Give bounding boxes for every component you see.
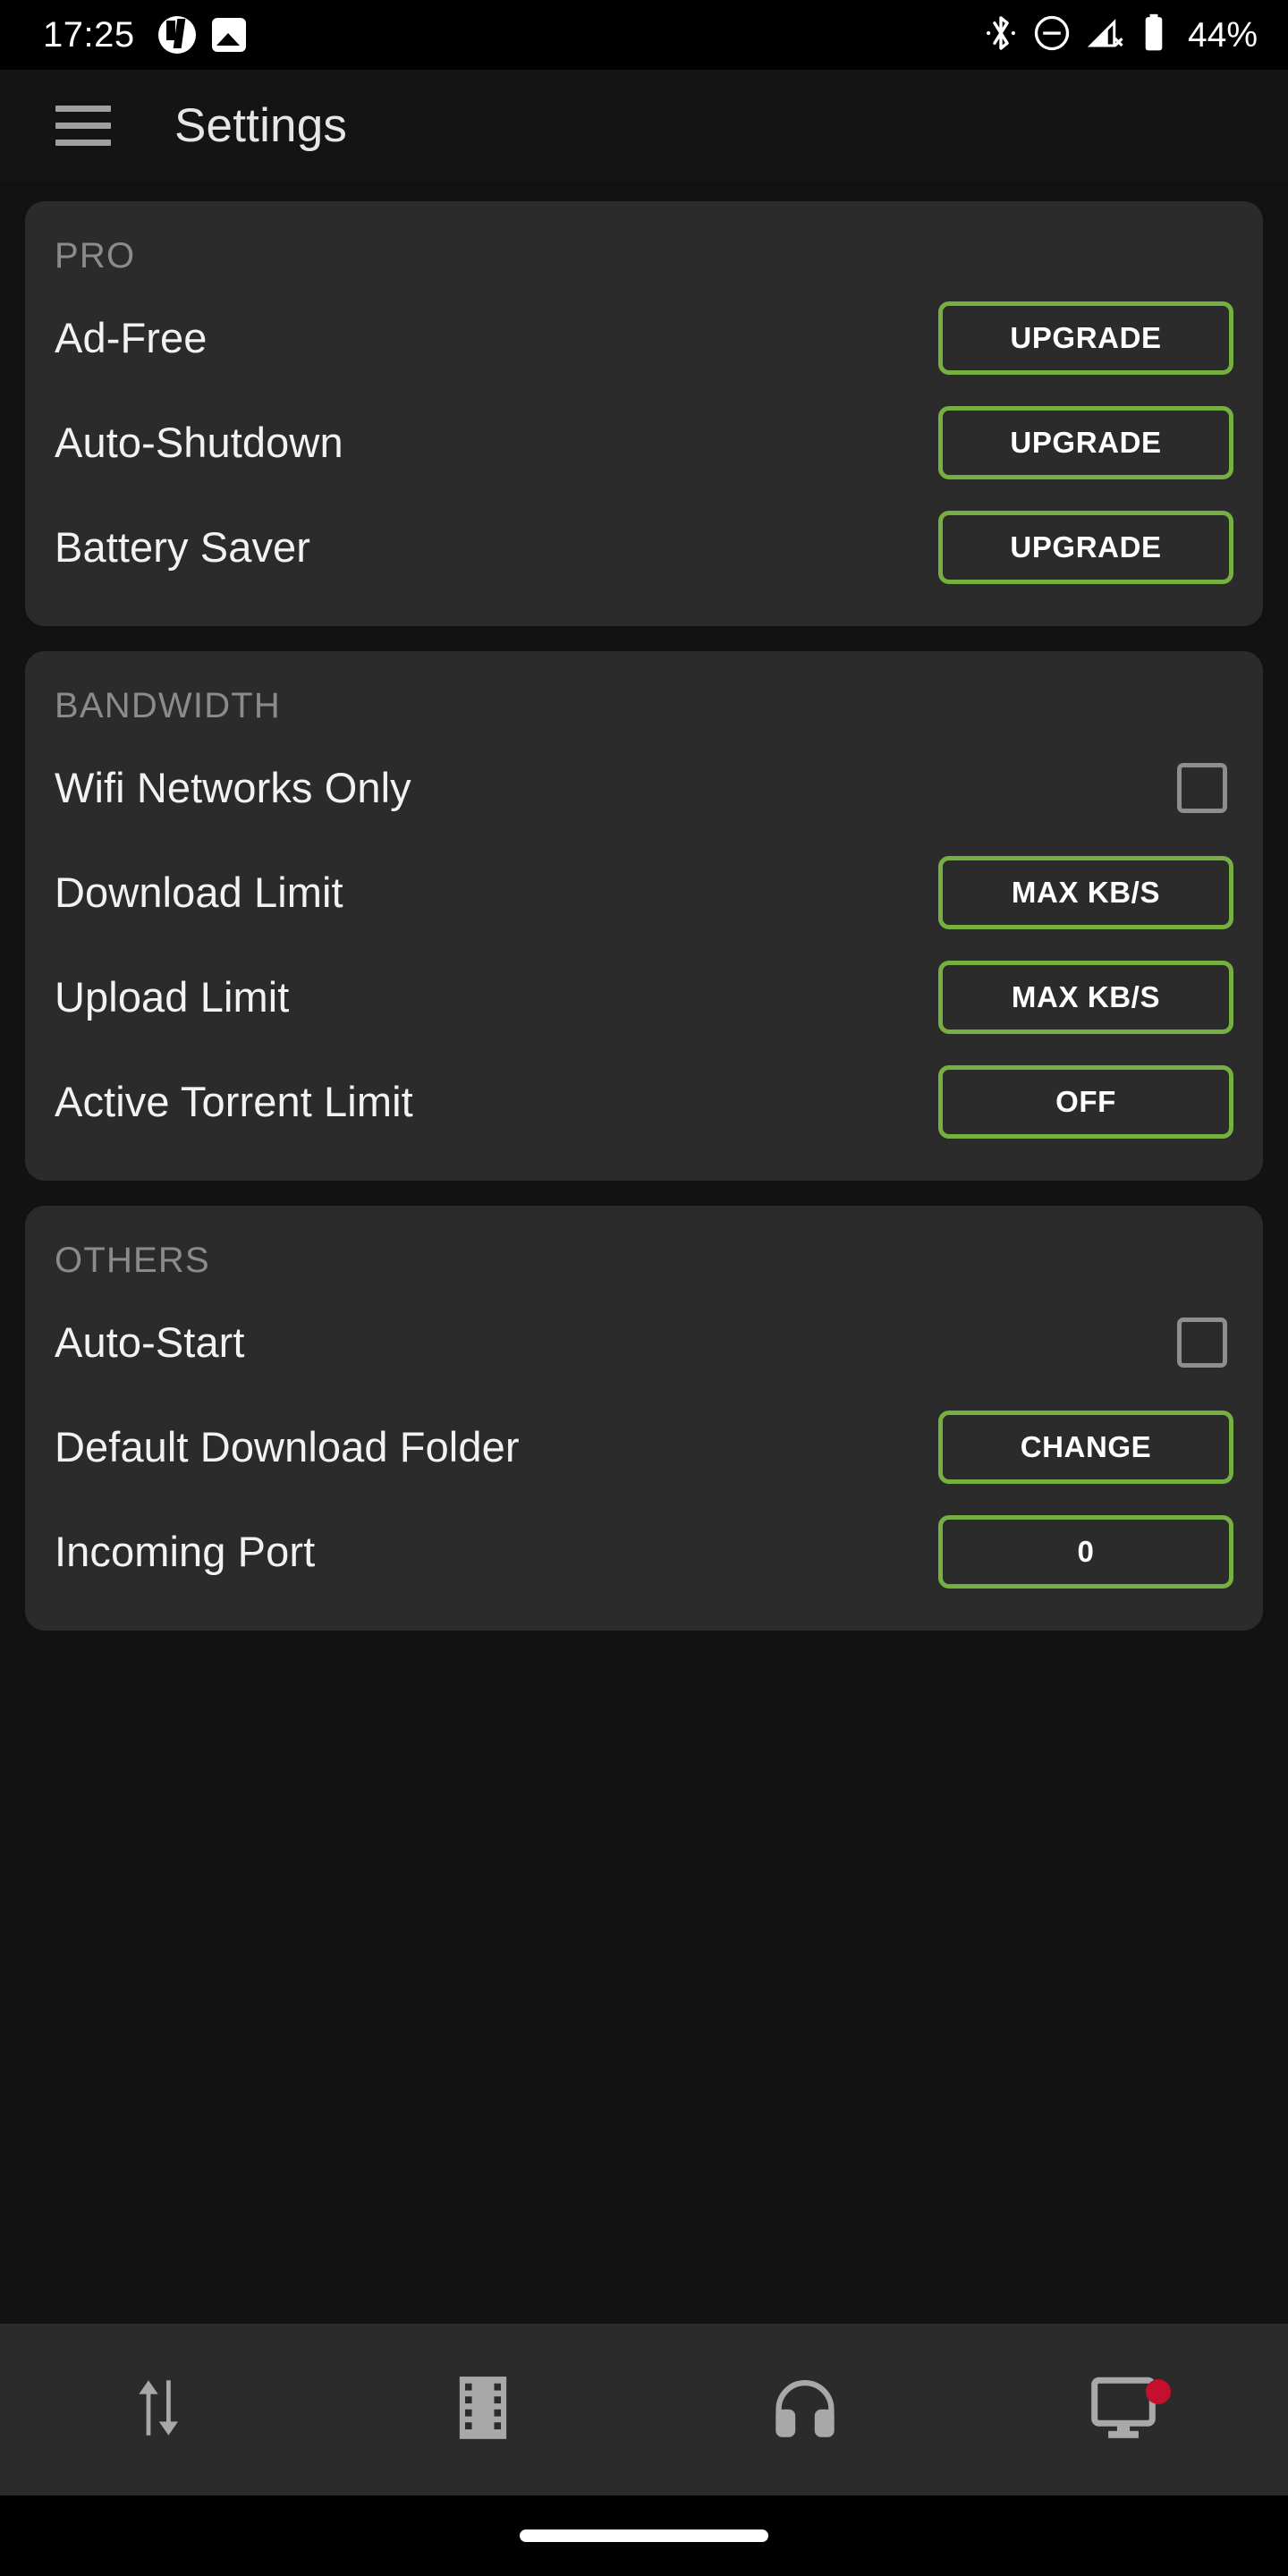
hamburger-bar-3 bbox=[55, 140, 111, 146]
headphones-icon bbox=[770, 2375, 840, 2445]
hamburger-bar-1 bbox=[55, 106, 111, 112]
hamburger-menu-icon[interactable] bbox=[55, 106, 111, 146]
transfers-icon bbox=[131, 2370, 191, 2450]
bluetooth-icon bbox=[986, 13, 1016, 58]
value-button-upload-limit[interactable]: MAX KB/S bbox=[938, 960, 1233, 1034]
status-bar: 17:25 44% bbox=[0, 0, 1288, 70]
section-card-bandwidth: BANDWIDTH Wifi Networks Only Download Li… bbox=[25, 651, 1263, 1181]
phone-screen: 17:25 44% Settings PRO Ad-Free UPGRADE A… bbox=[0, 0, 1288, 2576]
value-button-default-download-folder[interactable]: CHANGE bbox=[938, 1410, 1233, 1484]
system-gesture-bar bbox=[0, 2496, 1288, 2576]
upgrade-button-battery-saver[interactable]: UPGRADE bbox=[938, 510, 1233, 584]
hamburger-bar-2 bbox=[55, 123, 111, 129]
status-bar-clock: 17:25 bbox=[43, 15, 135, 55]
settings-row-label: Active Torrent Limit bbox=[55, 1078, 413, 1125]
film-icon bbox=[457, 2373, 509, 2447]
page-title: Settings bbox=[174, 99, 348, 152]
signal-off-icon bbox=[1087, 14, 1125, 56]
settings-row-auto-start[interactable]: Auto-Start bbox=[55, 1290, 1233, 1394]
settings-row-label: Default Download Folder bbox=[55, 1423, 520, 1470]
settings-row-label: Download Limit bbox=[55, 869, 343, 916]
upgrade-button-ad-free[interactable]: UPGRADE bbox=[938, 301, 1233, 375]
card-bottom-padding bbox=[55, 1604, 1233, 1631]
nav-item-transfers[interactable] bbox=[0, 2324, 322, 2496]
settings-row-label: Wifi Networks Only bbox=[55, 764, 411, 811]
settings-row-active-torrent-limit[interactable]: Active Torrent Limit OFF bbox=[55, 1049, 1233, 1154]
checkbox-wifi-networks-only[interactable] bbox=[1177, 762, 1227, 813]
settings-scroll-area: PRO Ad-Free UPGRADE Auto-Shutdown UPGRAD… bbox=[0, 182, 1288, 2324]
card-bottom-padding bbox=[55, 599, 1233, 626]
settings-row-label: Ad-Free bbox=[55, 314, 208, 361]
settings-row-default-download-folder[interactable]: Default Download Folder CHANGE bbox=[55, 1394, 1233, 1499]
gallery-icon bbox=[211, 18, 246, 52]
nav-item-remote[interactable] bbox=[966, 2324, 1288, 2496]
battery-percent-label: 44% bbox=[1187, 15, 1258, 55]
battery-icon bbox=[1142, 13, 1165, 58]
settings-row-label: Auto-Shutdown bbox=[55, 419, 343, 466]
home-gesture-pill[interactable] bbox=[520, 2529, 768, 2542]
settings-row-label: Incoming Port bbox=[55, 1528, 316, 1575]
value-button-active-torrent-limit[interactable]: OFF bbox=[938, 1064, 1233, 1139]
settings-row-battery-saver[interactable]: Battery Saver UPGRADE bbox=[55, 495, 1233, 599]
settings-row-ad-free[interactable]: Ad-Free UPGRADE bbox=[55, 285, 1233, 390]
settings-row-label: Upload Limit bbox=[55, 973, 290, 1021]
notification-badge-dot bbox=[1146, 2379, 1171, 2404]
settings-row-incoming-port[interactable]: Incoming Port 0 bbox=[55, 1499, 1233, 1604]
nav-item-video[interactable] bbox=[322, 2324, 644, 2496]
do-not-disturb-icon bbox=[1033, 14, 1071, 56]
settings-row-label: Auto-Start bbox=[55, 1318, 245, 1366]
section-card-others: OTHERS Auto-Start Default Download Folde… bbox=[25, 1206, 1263, 1631]
bottom-navigation-bar bbox=[0, 2324, 1288, 2496]
settings-row-download-limit[interactable]: Download Limit MAX KB/S bbox=[55, 840, 1233, 945]
status-bar-notification-icons bbox=[157, 16, 246, 54]
value-button-download-limit[interactable]: MAX KB/S bbox=[938, 855, 1233, 929]
card-bottom-padding bbox=[55, 1154, 1233, 1181]
checkbox-auto-start[interactable] bbox=[1177, 1317, 1227, 1368]
upgrade-button-auto-shutdown[interactable]: UPGRADE bbox=[938, 405, 1233, 479]
utorrent-icon bbox=[157, 16, 196, 54]
settings-row-upload-limit[interactable]: Upload Limit MAX KB/S bbox=[55, 945, 1233, 1049]
section-title-others: OTHERS bbox=[55, 1241, 210, 1280]
section-title-pro: PRO bbox=[55, 236, 136, 275]
nav-item-audio[interactable] bbox=[644, 2324, 966, 2496]
settings-row-wifi-networks-only[interactable]: Wifi Networks Only bbox=[55, 735, 1233, 840]
section-card-pro: PRO Ad-Free UPGRADE Auto-Shutdown UPGRAD… bbox=[25, 201, 1263, 626]
value-button-incoming-port[interactable]: 0 bbox=[938, 1514, 1233, 1589]
settings-row-label: Battery Saver bbox=[55, 523, 311, 571]
app-bar: Settings bbox=[0, 70, 1288, 182]
status-bar-system-icons: 44% bbox=[986, 13, 1258, 58]
section-title-bandwidth: BANDWIDTH bbox=[55, 686, 282, 725]
settings-row-auto-shutdown[interactable]: Auto-Shutdown UPGRADE bbox=[55, 390, 1233, 495]
